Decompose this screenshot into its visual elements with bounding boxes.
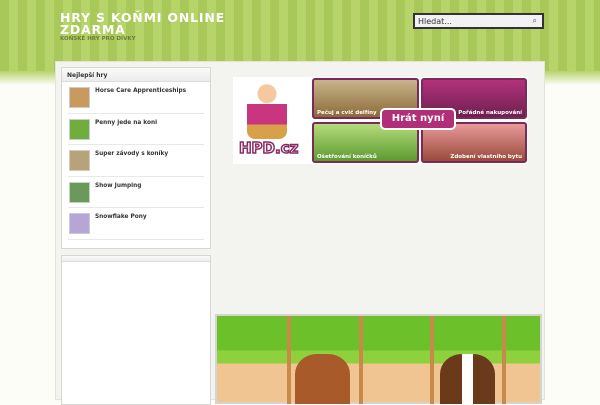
widget-title: Nejlepší hry: [62, 68, 210, 82]
game-title[interactable]: Super závody s koníky: [95, 151, 168, 157]
game-title[interactable]: Show Jumping: [95, 183, 141, 189]
game-list-item[interactable]: Horse Care Apprenticeships: [68, 82, 204, 114]
game-thumbnail[interactable]: [69, 118, 90, 140]
ad-logo: HPD.cz: [238, 138, 299, 158]
game-thumbnail[interactable]: [69, 150, 90, 171]
game-list-item[interactable]: Penny jede na koni: [68, 114, 204, 145]
game-title[interactable]: Penny jede na koni: [95, 120, 157, 126]
hpd-ad-banner[interactable]: HPD.cz Pečuj a cvič delfíny Pořádné naku…: [233, 77, 528, 164]
horse-brown: [295, 354, 350, 404]
game-title[interactable]: Snowflake Pony: [95, 214, 147, 220]
ad-mascot: [247, 81, 287, 139]
game-thumbnail[interactable]: [69, 181, 90, 203]
game-title[interactable]: Horse Care Apprenticeships: [95, 88, 186, 94]
best-games-widget: Nejlepší hry Horse Care Apprenticeships P…: [61, 67, 211, 249]
game-thumbnail[interactable]: [69, 87, 90, 108]
sidebar-widget-empty: [61, 255, 211, 405]
site-title[interactable]: HRY S KOŇMI ONLINE ZDARMA: [60, 11, 260, 36]
search-icon[interactable]: ⌕: [533, 15, 537, 26]
game-list-item[interactable]: Snowflake Pony: [68, 208, 204, 240]
site-tagline: KOŇSKÉ HRY PRO DÍVKY: [60, 36, 136, 42]
search-placeholder: Hledat...: [418, 17, 452, 26]
content-wrapper: Nejlepší hry Horse Care Apprenticeships P…: [55, 61, 545, 405]
search-input[interactable]: Hledat... ⌕: [413, 13, 544, 29]
game-list-item[interactable]: Super závody s koníky: [68, 145, 204, 177]
game-list-item[interactable]: Show Jumping: [68, 177, 204, 208]
game-preview-image[interactable]: [215, 314, 542, 404]
play-now-button[interactable]: Hrát nyní: [380, 108, 456, 130]
horse-pinto: [440, 354, 495, 404]
game-thumbnail[interactable]: [69, 213, 90, 234]
